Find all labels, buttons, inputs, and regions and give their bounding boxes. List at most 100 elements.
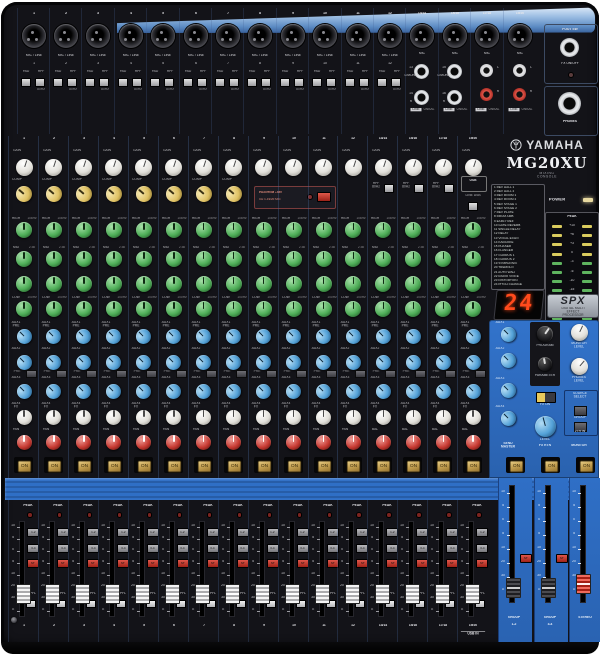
channel-on-button[interactable]: ON [133, 457, 153, 473]
pad-button-2[interactable] [52, 78, 63, 87]
fader-handle[interactable] [75, 584, 91, 604]
eq-mid-knob[interactable] [405, 251, 422, 267]
assign-1-2-button[interactable]: 1-2 [476, 528, 489, 537]
aux4-fx-knob[interactable] [375, 409, 391, 425]
aux3-knob[interactable] [372, 380, 394, 402]
eq-mid2-knob[interactable] [315, 276, 332, 292]
eq-low-knob[interactable] [75, 301, 92, 317]
pad-button-8[interactable] [247, 78, 258, 87]
aux3-knob[interactable] [342, 380, 365, 402]
eq-low-knob[interactable] [285, 301, 302, 317]
eq-low-knob[interactable] [345, 301, 362, 317]
aux1-knob[interactable] [163, 325, 185, 347]
eq-mid-knob[interactable] [465, 251, 482, 267]
eq-mid-knob[interactable] [255, 251, 272, 267]
gain-knob[interactable] [252, 156, 275, 178]
gain-knob[interactable] [462, 156, 484, 178]
aux1-knob[interactable] [402, 325, 424, 347]
hpf-button-2[interactable] [66, 78, 77, 87]
hpf-button-5[interactable] [164, 78, 175, 87]
eq-mid-knob[interactable] [16, 251, 32, 267]
aux4-fx-knob[interactable] [405, 409, 421, 425]
eq-high-knob[interactable] [255, 222, 272, 238]
eq-mid-knob[interactable] [195, 251, 212, 267]
eq-low-knob[interactable] [255, 301, 272, 317]
gain-knob[interactable] [163, 156, 185, 178]
pan-knob[interactable] [136, 434, 152, 450]
eq-mid2-knob[interactable] [225, 276, 242, 292]
eq-high-knob[interactable] [285, 222, 302, 238]
comp-knob[interactable] [42, 182, 66, 206]
line-usb-switch[interactable] [468, 202, 479, 211]
pad-button-11[interactable] [344, 78, 355, 87]
aux1-knob[interactable] [193, 325, 215, 347]
aux4-fx-knob[interactable] [136, 409, 152, 425]
aux3-knob[interactable] [163, 380, 185, 402]
channel-on-button[interactable]: ON [103, 457, 123, 473]
pan-knob[interactable] [405, 434, 421, 450]
fader-handle[interactable] [195, 584, 211, 604]
gain-knob[interactable] [43, 156, 65, 178]
gain-knob[interactable] [432, 156, 455, 178]
pan-knob[interactable] [256, 434, 272, 450]
channel-on-button[interactable]: ON [313, 457, 333, 473]
eq-mid-knob[interactable] [75, 251, 92, 267]
channel-on-button[interactable]: ON [433, 457, 453, 473]
aux4-fx-knob[interactable] [256, 409, 272, 425]
aux4-fx-knob[interactable] [196, 409, 212, 425]
eq-mid2-knob[interactable] [135, 276, 152, 292]
aux3-knob[interactable] [43, 380, 65, 402]
aux4-fx-knob[interactable] [286, 409, 302, 425]
gain-knob[interactable] [312, 156, 335, 178]
channel-on-button[interactable]: ON [463, 457, 483, 473]
group-3-4-on-button[interactable]: ON [540, 457, 560, 473]
aux4-fx-knob[interactable] [106, 409, 122, 425]
eq-high-knob[interactable] [405, 222, 422, 238]
eq-high-knob[interactable] [75, 222, 92, 238]
comp-knob[interactable] [162, 182, 186, 206]
eq-high-knob[interactable] [225, 222, 242, 238]
eq-high-knob[interactable] [16, 222, 32, 238]
gain-knob[interactable] [402, 156, 425, 178]
eq-high-knob[interactable] [435, 222, 452, 238]
aux-master-2-knob[interactable] [497, 349, 519, 371]
eq-mid-knob[interactable] [135, 251, 152, 267]
aux4-fx-knob[interactable] [46, 409, 62, 425]
channel-on-button[interactable]: ON [73, 457, 93, 473]
hpf-button-12[interactable] [390, 78, 401, 87]
channel-on-button[interactable]: ON [43, 457, 63, 473]
eq-low-knob[interactable] [375, 301, 392, 317]
comp-knob[interactable] [222, 182, 245, 206]
aux3-knob[interactable] [402, 380, 424, 402]
comp-knob[interactable] [102, 182, 126, 206]
eq-mid-knob[interactable] [435, 251, 452, 267]
aux1-knob[interactable] [372, 325, 394, 347]
eq-high-knob[interactable] [135, 222, 152, 238]
eq-mid2-knob[interactable] [75, 276, 92, 292]
fader-handle[interactable] [576, 574, 591, 594]
fader-handle[interactable] [105, 584, 121, 604]
hpf-button-10[interactable] [326, 78, 337, 87]
aux3-knob[interactable] [312, 380, 335, 402]
eq-low-knob[interactable] [465, 301, 482, 317]
assign-3-4-button[interactable]: 3-4 [476, 544, 489, 553]
eq-high-knob[interactable] [45, 222, 62, 238]
pan-knob[interactable] [76, 434, 92, 450]
pan-knob[interactable] [196, 434, 212, 450]
hpf-button-7[interactable] [228, 78, 239, 87]
pad-button-5[interactable] [150, 78, 161, 87]
eq-mid-knob[interactable] [105, 251, 122, 267]
fader-handle[interactable] [255, 584, 271, 604]
fader-handle[interactable] [225, 584, 241, 604]
hpf-button-3[interactable] [99, 78, 110, 87]
aux3-knob[interactable] [73, 380, 95, 402]
eq-high-knob[interactable] [375, 222, 392, 238]
aux1-knob[interactable] [223, 325, 245, 347]
eq-low-knob[interactable] [16, 301, 32, 317]
hpf-button-4[interactable] [131, 78, 142, 87]
eq-low-knob[interactable] [435, 301, 452, 317]
pad-button-3[interactable] [85, 78, 96, 87]
comp-knob[interactable] [72, 182, 96, 206]
source-select-group-button[interactable] [574, 406, 587, 416]
eq-low-knob[interactable] [405, 301, 422, 317]
